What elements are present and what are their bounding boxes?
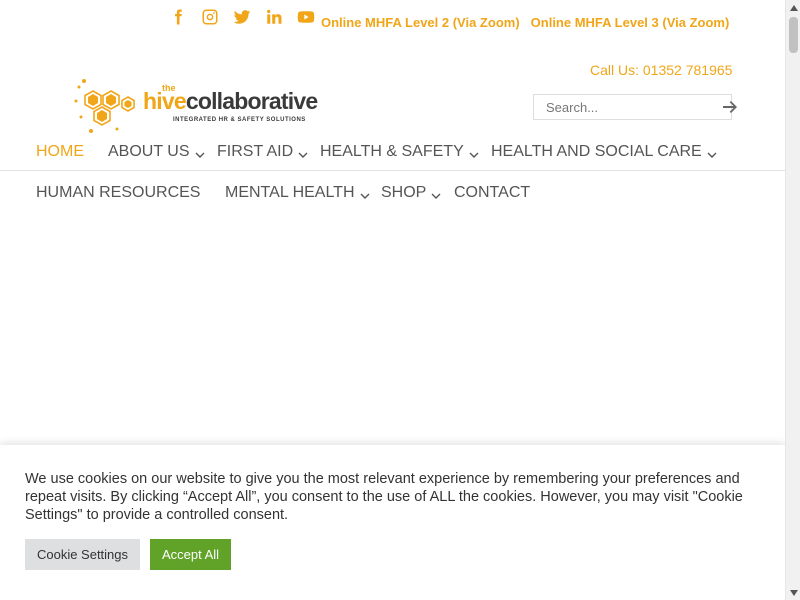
search-box: [533, 94, 737, 120]
logo-collaborative-text: collaborative: [185, 88, 318, 114]
arrow-right-icon: [723, 101, 737, 113]
nav-item-label: FIRST AID: [217, 143, 294, 160]
chevron-down-icon: [468, 148, 480, 160]
vertical-scrollbar[interactable]: [785, 0, 800, 600]
social-icons: [167, 6, 317, 28]
chevron-down-icon: [359, 189, 371, 201]
logo-tagline: INTEGRATED HR & SAFETY SOLUTIONS: [173, 117, 306, 123]
chevron-down-icon: [297, 148, 309, 160]
top-link-mhfa-level-2[interactable]: Online MHFA Level 2 (Via Zoom): [321, 15, 520, 30]
chevron-down-icon: [194, 148, 206, 160]
chevron-down-icon: [706, 148, 718, 160]
nav-item-about-us[interactable]: ABOUT US: [108, 143, 206, 161]
twitter-icon[interactable]: [231, 6, 253, 28]
cookie-settings-button[interactable]: Cookie Settings: [25, 539, 140, 570]
top-links: Online MHFA Level 2 (Via Zoom) Online MH…: [321, 15, 729, 30]
cookie-consent-banner: We use cookies on our website to give yo…: [0, 445, 785, 600]
instagram-icon[interactable]: [199, 6, 221, 28]
call-us-text: Call Us: 01352 781965: [590, 62, 733, 78]
nav-item-label: HEALTH AND SOCIAL CARE: [491, 143, 702, 160]
nav-item-human-resources[interactable]: HUMAN RESOURCES: [36, 184, 200, 202]
scrollbar-thumb[interactable]: [789, 17, 798, 53]
nav-item-label: CONTACT: [454, 184, 531, 201]
nav-item-label: HOME: [36, 143, 84, 160]
nav-item-label: HUMAN RESOURCES: [36, 184, 201, 201]
logo-hive-text: hive: [143, 88, 187, 114]
site-logo[interactable]: the hivecollaborative INTEGRATED HR & SA…: [73, 77, 325, 135]
nav-item-label: SHOP: [381, 184, 427, 201]
search-submit-button[interactable]: [722, 95, 738, 119]
nav-item-contact[interactable]: CONTACT: [454, 184, 530, 202]
hexagon-logo-icon: [74, 79, 135, 133]
nav-divider: [0, 170, 785, 171]
nav-item-home[interactable]: HOME: [36, 143, 84, 161]
nav-item-health-social-care[interactable]: HEALTH AND SOCIAL CARE: [491, 143, 718, 161]
facebook-icon[interactable]: [167, 6, 189, 28]
chevron-down-icon: [430, 189, 442, 201]
scroll-up-arrow-icon[interactable]: [786, 0, 800, 15]
nav-item-label: ABOUT US: [108, 143, 190, 160]
nav-item-mental-health[interactable]: MENTAL HEALTH: [225, 184, 371, 202]
logo-wordmark: hivecollaborative: [143, 88, 318, 115]
nav-item-shop[interactable]: SHOP: [381, 184, 442, 202]
nav-item-first-aid[interactable]: FIRST AID: [217, 143, 309, 161]
top-link-mhfa-level-3[interactable]: Online MHFA Level 3 (Via Zoom): [531, 15, 730, 30]
youtube-icon[interactable]: [295, 6, 317, 28]
linkedin-icon[interactable]: [263, 6, 285, 28]
nav-item-health-safety[interactable]: HEALTH & SAFETY: [320, 143, 480, 161]
main-nav-row-1: HOME ABOUT US FIRST AID HEALTH & SAFETY …: [0, 131, 785, 173]
cookie-consent-text: We use cookies on our website to give yo…: [25, 471, 743, 523]
nav-item-label: HEALTH & SAFETY: [320, 143, 464, 160]
main-nav-row-2: HUMAN RESOURCES MENTAL HEALTH SHOP CONTA…: [0, 172, 785, 214]
accept-all-button[interactable]: Accept All: [150, 539, 231, 570]
search-input[interactable]: [534, 95, 722, 119]
nav-item-label: MENTAL HEALTH: [225, 184, 355, 201]
scroll-down-arrow-icon[interactable]: [786, 585, 800, 600]
page: Online MHFA Level 2 (Via Zoom) Online MH…: [0, 0, 785, 600]
